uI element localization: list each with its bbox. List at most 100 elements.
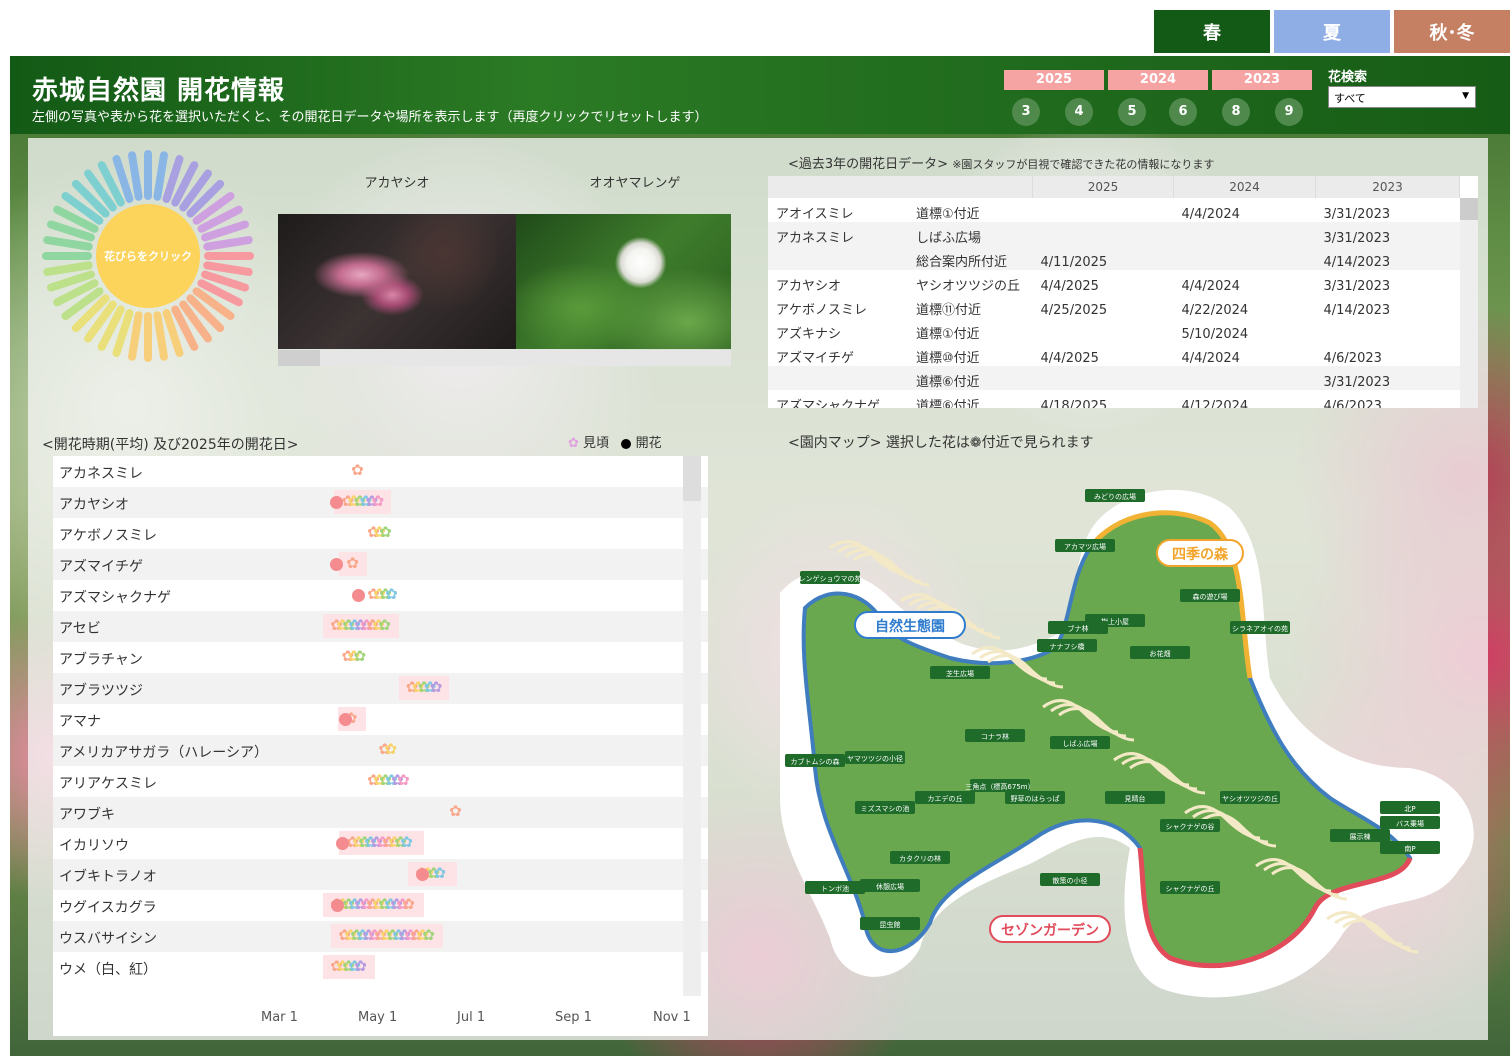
timeline-row[interactable]: アワブキ ✿: [53, 797, 708, 828]
table-cell-y2023: 3/31/2023: [1323, 279, 1391, 294]
flower-search-dropdown[interactable]: すべて ▼: [1328, 86, 1476, 108]
table-cell-place[interactable]: 道標⑥付近: [908, 366, 1033, 390]
table-cell-y2024: [1173, 246, 1316, 270]
table-cell-place[interactable]: 道標⑩付近: [908, 342, 1033, 366]
timeline-row[interactable]: アセビ ✿ ✿ ✿ ✿ ✿ ✿ ✿ ✿ ✿: [53, 611, 708, 642]
month-filter-5[interactable]: 5: [1118, 98, 1146, 126]
timeline-row[interactable]: アズマシャクナゲ ✿ ✿ ✿ ✿: [53, 580, 708, 611]
year-filter-2023[interactable]: 2023: [1212, 70, 1312, 90]
timeline-row[interactable]: アカヤシオ ✿ ✿ ✿ ✿ ✿ ✿: [53, 487, 708, 518]
month-filter-9[interactable]: 9: [1275, 98, 1303, 126]
petal[interactable]: [153, 311, 168, 361]
peak-marker-icon: ✿: [422, 926, 435, 944]
table-cell-flower[interactable]: アケボノスミレ: [768, 294, 908, 318]
timeline-row[interactable]: アブラツツジ ✿ ✿ ✿ ✿ ✿: [53, 673, 708, 704]
park-map[interactable]: 自然生態園 四季の森セゾンガーデン みどりの広場アカマツ広場レンゲショウマの苑森の遊…: [770, 468, 1490, 1033]
table-cell-flower[interactable]: アカネスミレ: [768, 222, 908, 246]
timeline-row-label: アブラツツジ: [59, 683, 143, 699]
timeline-row[interactable]: アマナ✿: [53, 704, 708, 735]
season-tab-0[interactable]: 春: [1154, 10, 1270, 53]
col-2025[interactable]: 2025: [1032, 176, 1174, 198]
year-filter-2024[interactable]: 2024: [1108, 70, 1208, 90]
col-2023[interactable]: 2023: [1315, 176, 1460, 198]
map-place-label: 南P: [1404, 844, 1415, 853]
peak-marker-icon: ✿: [402, 895, 415, 913]
table-cell-y2025: 4/4/2025: [1040, 351, 1099, 366]
table-cell-flower[interactable]: アズキナシ: [768, 318, 908, 342]
photo-akayashio[interactable]: [278, 214, 516, 349]
peak-marker-icon: ✿: [346, 554, 359, 572]
petal-wheel[interactable]: 花びらをクリック: [38, 146, 258, 366]
table-cell-flower[interactable]: アオイスミレ: [768, 198, 908, 222]
table-row[interactable]: アカヤシオ ヤシオツツジの丘 4/4/2025 4/4/2024 3/31/2023: [768, 270, 1460, 294]
petal[interactable]: [43, 261, 93, 276]
peak-marker-icon: ✿: [351, 461, 364, 479]
timeline-row[interactable]: ウグイスカグラ✿✿✿✿✿✿✿✿✿✿✿✿✿: [53, 890, 708, 921]
month-filter-8[interactable]: 8: [1222, 98, 1250, 126]
map-area-label: 自然生態園: [875, 618, 945, 635]
table-cell-place[interactable]: 道標①付近: [908, 198, 1033, 222]
table-row[interactable]: 道標⑥付近 3/31/2023: [768, 366, 1460, 390]
table-cell-place[interactable]: 総合案内所付近: [908, 246, 1033, 270]
timeline-row-label: ウメ（白、紅）: [59, 962, 157, 978]
table-scrollbar[interactable]: [1460, 198, 1478, 408]
bloom-data-table[interactable]: 2025 2024 2023 アオイスミレ 道標①付近 4/4/2024 3/31/2…: [768, 176, 1478, 408]
timeline-row[interactable]: アカネスミレ ✿: [53, 456, 708, 487]
petal[interactable]: [128, 311, 143, 361]
photo-scrollbar[interactable]: [278, 350, 731, 366]
table-row[interactable]: アオイスミレ 道標①付近 4/4/2024 3/31/2023: [768, 198, 1460, 222]
map-place-label: カエデの丘: [928, 794, 963, 803]
month-filter-6[interactable]: 6: [1169, 98, 1197, 126]
table-cell-place[interactable]: 道標⑥付近: [908, 390, 1033, 408]
timeline-row[interactable]: ウメ（白、紅） ✿ ✿ ✿ ✿ ✿: [53, 952, 708, 983]
photo-ooyamarenge[interactable]: [516, 214, 731, 349]
season-tab-2[interactable]: 秋･冬: [1394, 10, 1510, 53]
peak-marker-icon: ✿: [449, 802, 462, 820]
petal[interactable]: [128, 151, 143, 201]
timeline-row[interactable]: ウスバサイシン ✿ ✿ ✿ ✿ ✿ ✿ ✿ ✿ ✿ ✿ ✿ ✿ ✿ ✿ ✿: [53, 921, 708, 952]
table-cell-place[interactable]: ヤシオツツジの丘: [908, 270, 1033, 294]
table-cell-flower[interactable]: アズマイチゲ: [768, 342, 908, 366]
petal[interactable]: [153, 151, 168, 201]
table-cell-place[interactable]: しばふ広場: [908, 222, 1033, 246]
page-subtitle: 左側の写真や表から花を選択いただくと、その開花日データや場所を表示します（再度ク…: [32, 110, 708, 125]
table-cell-y2025: [1033, 318, 1174, 342]
timeline-row[interactable]: アメリカアサガラ（ハレーシア） ✿ ✿: [53, 735, 708, 766]
month-filter-3[interactable]: 3: [1012, 98, 1040, 126]
table-row[interactable]: アズマシャクナゲ 道標⑥付近 4/18/2025 4/12/2024 4/6/2023: [768, 390, 1460, 408]
col-2024[interactable]: 2024: [1173, 176, 1316, 198]
timeline-row-label: イカリソウ: [59, 838, 129, 854]
table-cell-place[interactable]: 道標①付近: [908, 318, 1033, 342]
timeline-row[interactable]: アズマイチゲ ✿: [53, 549, 708, 580]
table-row[interactable]: アズマイチゲ 道標⑩付近 4/4/2025 4/4/2024 4/6/2023: [768, 342, 1460, 366]
bloom-date-marker: [329, 558, 343, 571]
table-row[interactable]: アカネスミレ しばふ広場 3/31/2023: [768, 222, 1460, 246]
table-cell-place[interactable]: 道標⑪付近: [908, 294, 1033, 318]
table-cell-flower[interactable]: [768, 366, 908, 390]
bloom-timeline-chart[interactable]: アカネスミレ ✿ アカヤシオ ✿ ✿ ✿ ✿ ✿ ✿ アケボノスミレ ✿ ✿ ✿ アズマイチゲ ✿ アズマシャ…: [53, 456, 708, 1036]
year-filter-2025[interactable]: 2025: [1004, 70, 1104, 90]
axis-tick: Sep 1: [555, 1010, 592, 1025]
table-row[interactable]: アケボノスミレ 道標⑪付近 4/25/2025 4/22/2024 4/14/2023: [768, 294, 1460, 318]
timeline-row[interactable]: イブキトラノオ✿✿✿✿: [53, 859, 708, 890]
table-row[interactable]: アズキナシ 道標①付近 5/10/2024: [768, 318, 1460, 342]
table-cell-flower[interactable]: [768, 246, 908, 270]
table-cell-y2023: 4/6/2023: [1323, 351, 1382, 366]
petal[interactable]: [43, 236, 93, 251]
season-tabs: 春夏秋･冬: [1154, 10, 1510, 53]
timeline-row[interactable]: アケボノスミレ ✿ ✿ ✿: [53, 518, 708, 549]
month-filter-4[interactable]: 4: [1065, 98, 1093, 126]
timeline-row[interactable]: アブラチャン ✿ ✿ ✿: [53, 642, 708, 673]
petal[interactable]: [203, 261, 253, 276]
table-title: <過去3年の開花日データ> ※園スタッフが目視で確認できた花の情報になります: [788, 157, 1215, 172]
timeline-row[interactable]: アリアケスミレ ✿ ✿ ✿ ✿ ✿ ✿: [53, 766, 708, 797]
table-row[interactable]: 総合案内所付近 4/11/2025 4/14/2023: [768, 246, 1460, 270]
map-place-label: 三角点（標高675m）: [965, 782, 1034, 791]
map-place-label: アカマツ広場: [1064, 542, 1106, 551]
timeline-scrollbar[interactable]: [683, 456, 701, 996]
table-cell-flower[interactable]: アズマシャクナゲ: [768, 390, 908, 408]
season-tab-1[interactable]: 夏: [1274, 10, 1390, 53]
petal[interactable]: [203, 236, 253, 251]
timeline-row[interactable]: イカリソウ ✿ ✿ ✿ ✿ ✿ ✿ ✿ ✿ ✿ ✿: [53, 828, 708, 859]
table-cell-flower[interactable]: アカヤシオ: [768, 270, 908, 294]
